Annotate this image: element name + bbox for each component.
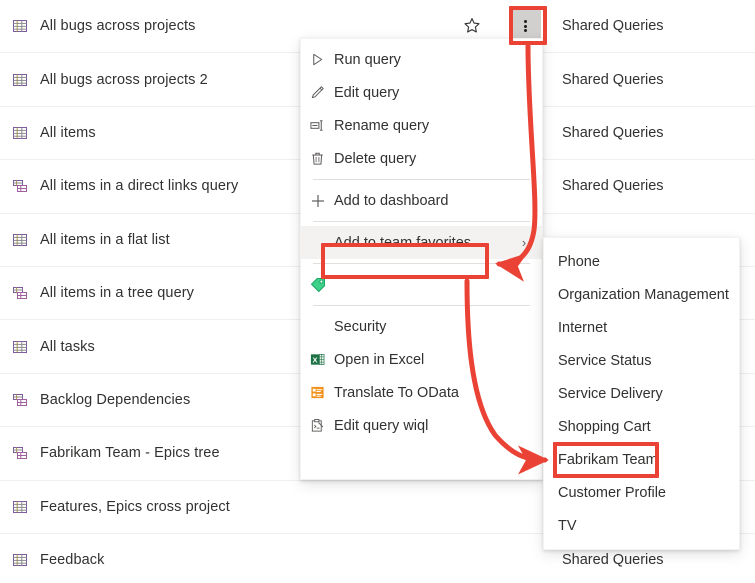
menu-item-label: Edit query wiql (334, 417, 429, 434)
tree-query-icon (0, 445, 40, 461)
flat-query-icon (0, 552, 40, 568)
team-favorite-item-organization-management[interactable]: Organization Management (544, 278, 739, 311)
tree-query-icon (0, 392, 40, 408)
team-favorite-item-fabrikam-team[interactable]: Fabrikam Team (544, 443, 739, 476)
menu-item-run-query[interactable]: Run query (301, 43, 542, 76)
team-favorite-label: Customer Profile (558, 484, 666, 501)
chevron-right-icon: › (521, 235, 527, 250)
team-favorite-label: Shopping Cart (558, 418, 651, 435)
menu-item-label: Edit query (334, 84, 400, 101)
flat-query-icon (0, 72, 40, 88)
team-favorite-label: Fabrikam Team (558, 451, 658, 468)
wiql-icon (301, 418, 334, 433)
excel-icon: X (301, 352, 334, 367)
flat-query-icon (0, 18, 40, 34)
menu-item-label: Delete query (334, 150, 417, 167)
team-favorite-label: Service Delivery (558, 385, 663, 402)
menu-item-add-to-team-favorites[interactable]: Add to team favorites › (301, 226, 542, 259)
menu-item-translate-to-odata[interactable]: Translate To OData (301, 376, 542, 409)
query-name: Features, Epics cross project (40, 498, 230, 515)
team-favorite-label: Internet (558, 319, 608, 336)
menu-item-label: Rename query (334, 117, 430, 134)
menu-item-label: Run query (334, 51, 401, 68)
menu-item-label: Translate To OData (334, 384, 459, 401)
team-favorite-item-service-delivery[interactable]: Service Delivery (544, 377, 739, 410)
team-favorites-submenu[interactable]: Phone Organization Management Internet Serv… (543, 237, 740, 550)
team-favorite-item-service-status[interactable]: Service Status (544, 344, 739, 377)
team-favorite-label: Service Status (558, 352, 652, 369)
rename-icon (301, 118, 334, 133)
flat-query-icon (0, 232, 40, 248)
team-favorite-item-customer-profile[interactable]: Customer Profile (544, 476, 739, 509)
team-favorite-label: TV (558, 517, 577, 534)
pencil-icon (301, 85, 334, 100)
menu-separator (313, 221, 530, 222)
menu-separator (313, 263, 530, 264)
query-name: Feedback (40, 552, 105, 569)
menu-item-delete-query[interactable]: Delete query (301, 142, 542, 175)
query-context-menu[interactable]: Run query Edit query Rename query Delete qu… (300, 38, 543, 480)
query-folder: Shared Queries (562, 552, 664, 569)
menu-item-open-in-excel[interactable]: X Open in Excel (301, 343, 542, 376)
menu-separator (313, 179, 530, 180)
query-folder: Shared Queries (562, 18, 664, 35)
menu-item-rename-query[interactable]: Rename query (301, 109, 542, 142)
flat-query-icon (0, 499, 40, 515)
menu-item-label: Open in Excel (334, 351, 425, 368)
team-favorite-item-phone[interactable]: Phone (544, 245, 739, 278)
odata-icon (301, 385, 334, 400)
tree-query-icon (0, 178, 40, 194)
query-name: All bugs across projects (40, 18, 196, 35)
menu-separator (313, 305, 530, 306)
menu-item-label: Add to dashboard (334, 192, 449, 209)
team-favorite-label: Organization Management (558, 286, 729, 303)
team-favorite-item-shopping-cart[interactable]: Shopping Cart (544, 410, 739, 443)
query-folder: Shared Queries (562, 124, 664, 141)
plus-icon (301, 193, 334, 209)
favorite-star-icon[interactable] (444, 17, 500, 35)
query-folder: Shared Queries (562, 178, 664, 195)
menu-item-edit-query-wiql[interactable]: Edit query wiql (301, 409, 542, 442)
flat-query-icon (0, 339, 40, 355)
menu-item-edit-query[interactable]: Edit query (301, 76, 542, 109)
tree-query-icon (0, 285, 40, 301)
query-folder: Shared Queries (562, 71, 664, 88)
flat-query-icon (0, 125, 40, 141)
queries-page: All bugs across projects Shared Queries Al… (0, 0, 755, 583)
menu-item-add-to-dashboard[interactable]: Add to dashboard (301, 184, 542, 217)
menu-item-tag-icon[interactable] (301, 268, 542, 301)
team-favorite-item-internet[interactable]: Internet (544, 311, 739, 344)
team-favorite-label: Phone (558, 253, 600, 270)
tag-icon (301, 277, 334, 293)
menu-item-label: Security (334, 318, 387, 335)
menu-item-security[interactable]: Security (301, 310, 542, 343)
menu-item-label: Add to team favorites (334, 234, 472, 251)
svg-text:X: X (313, 355, 318, 364)
trash-icon (301, 151, 334, 166)
play-icon (301, 52, 334, 67)
team-favorite-item-tv[interactable]: TV (544, 509, 739, 542)
